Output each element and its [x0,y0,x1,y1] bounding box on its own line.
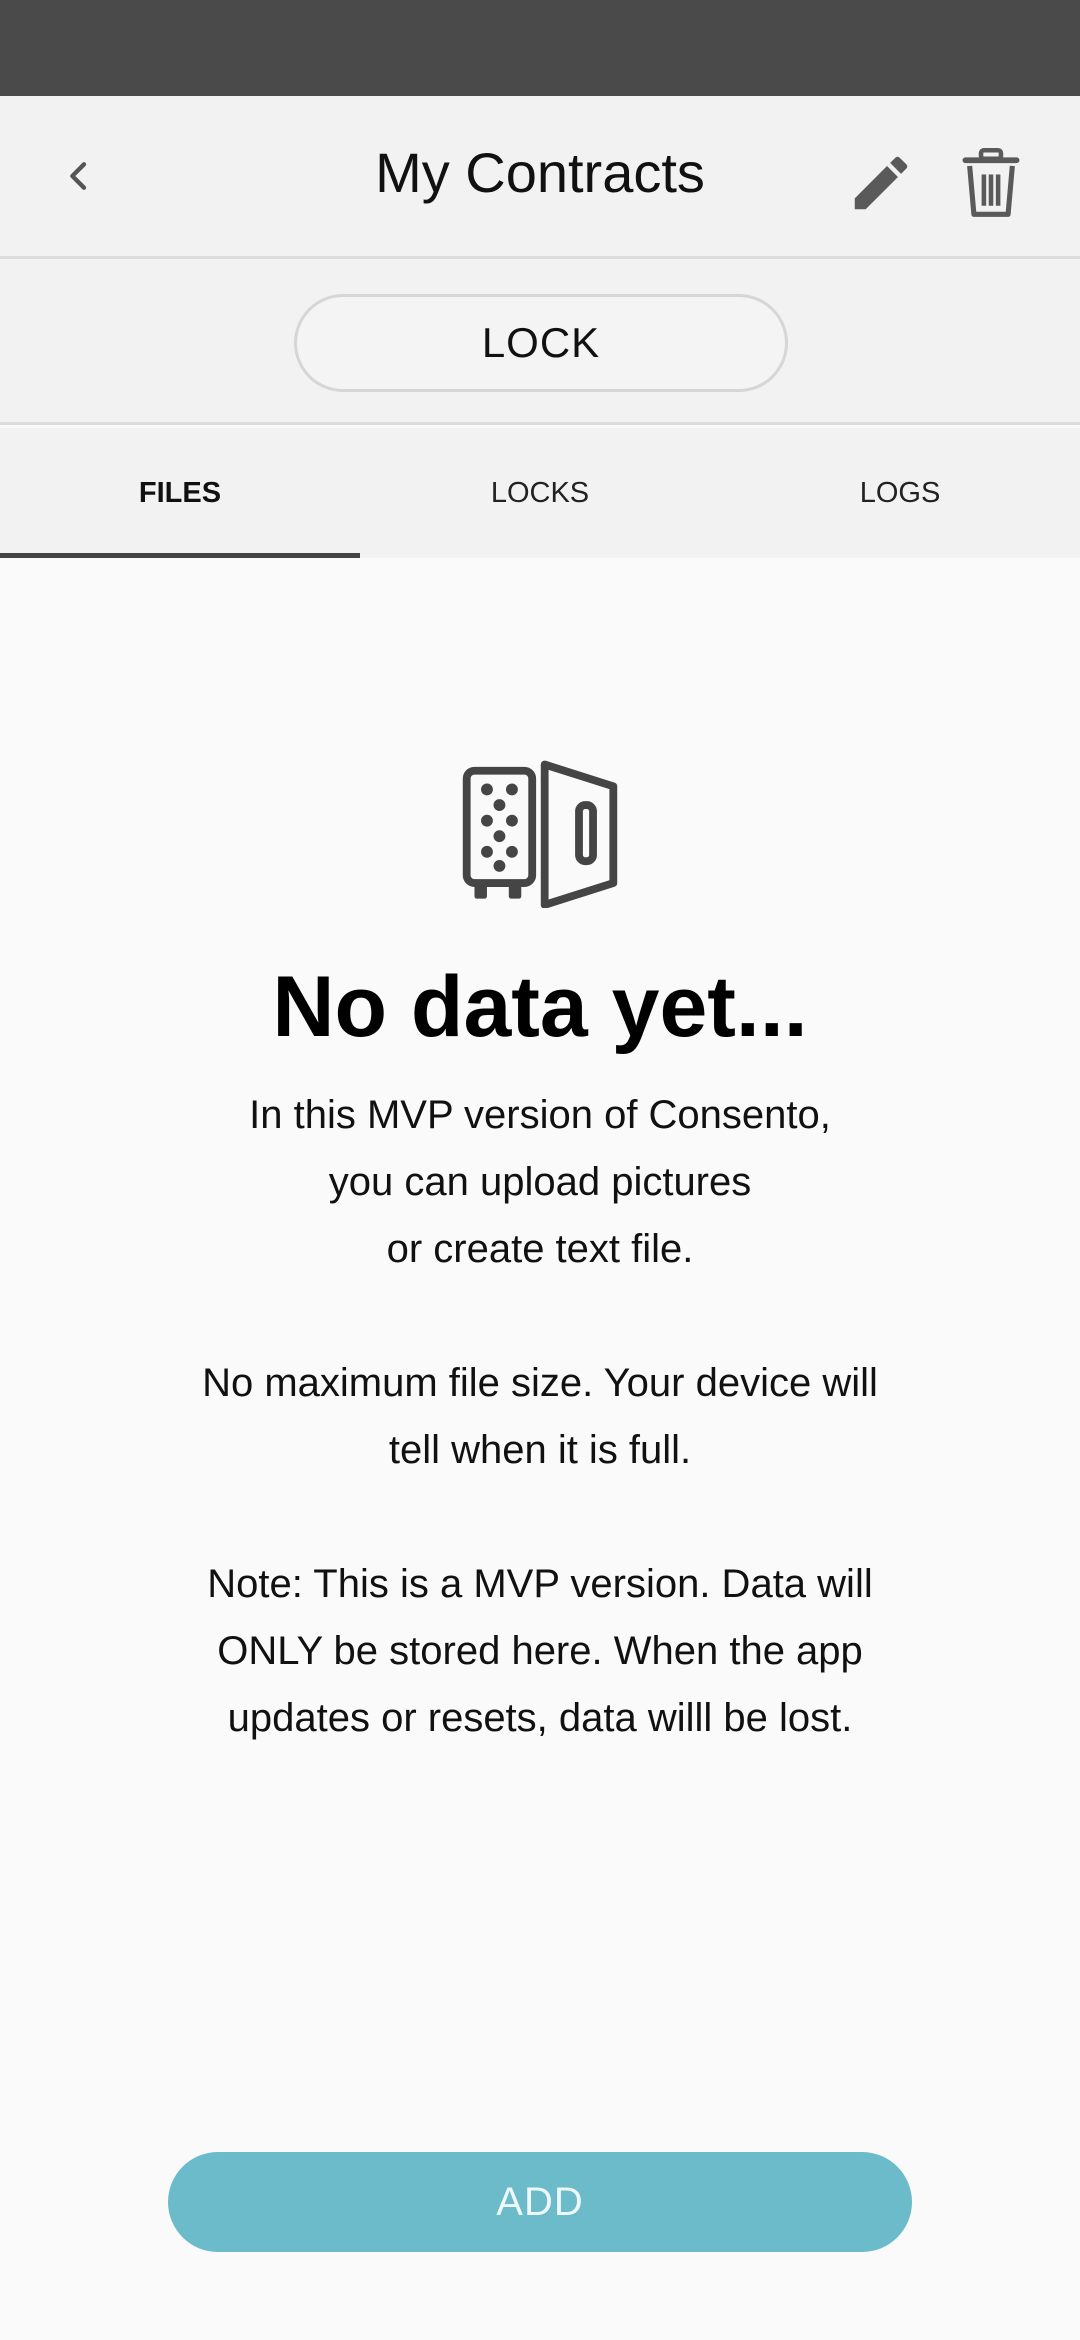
add-button[interactable]: ADD [168,2152,912,2252]
tab-locks[interactable]: LOCKS [360,428,720,558]
edit-button[interactable] [846,148,916,218]
empty-state-file-size-note: No maximum file size. Your device will t… [202,1361,878,1472]
page-title: My Contracts [375,141,705,204]
vault-icon [462,752,618,909]
trash-icon [962,147,1020,217]
empty-state-description: In this MVP version of Consento, you can… [249,1093,831,1271]
empty-state-title: No data yet... [272,959,808,1055]
app-bar: My Contracts [0,96,1080,259]
tab-logs[interactable]: LOGS [720,428,1080,558]
tab-bar: FILES LOCKS LOGS [0,428,1080,558]
tab-files[interactable]: FILES [0,428,360,558]
pencil-icon [854,156,908,210]
status-bar [0,0,1080,96]
lock-row: LOCK [0,259,1080,425]
empty-state-mvp-note: Note: This is a MVP version. Data will O… [207,1562,873,1740]
lock-button[interactable]: LOCK [294,294,788,392]
delete-button[interactable] [956,146,1026,220]
